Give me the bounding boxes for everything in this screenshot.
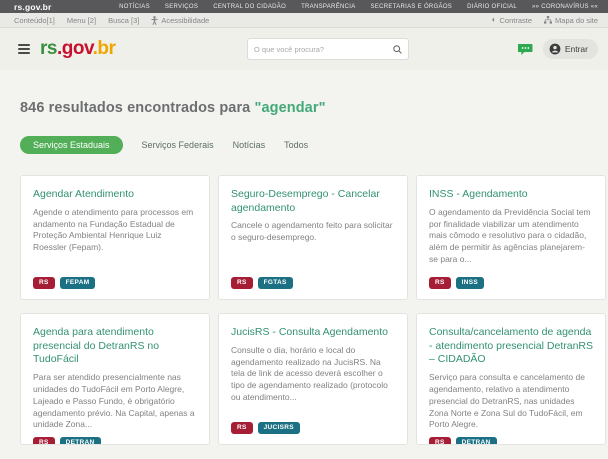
badge-org: FEPAM [60,277,96,290]
tab-todos[interactable]: Todos [284,136,308,154]
badge-rs: RS [231,277,253,290]
login-label: Entrar [565,44,588,54]
result-card[interactable]: Consulta/cancelamento de agenda - atendi… [416,313,606,445]
badge-rs: RS [429,277,451,290]
topbar-link-transparencia[interactable]: TRANSPARÊNCIA [301,4,355,10]
accessibility-bar: Conteúdo[1] Menu [2] Busca [3] Acessibil… [0,13,608,28]
topbar-link-coronavirus[interactable]: »» CORONAVÍRUS «« [532,4,598,10]
results-count-text: 846 resultados encontrados para [20,100,254,116]
site-logo[interactable]: rs.gov.br [40,38,115,60]
badge-rs: RS [231,422,253,435]
badge-rs: RS [33,277,55,290]
contrast-toggle[interactable]: ◐ Contraste [492,16,532,25]
result-card[interactable]: INSS - Agendamento O agendamento da Prev… [416,175,606,300]
result-card[interactable]: Agendar Atendimento Agende o atendimento… [20,175,210,300]
topbar-brand[interactable]: rs.gov.br [14,2,52,12]
badge-org: DETRAN [456,437,497,445]
card-description: Para ser atendido presencialmente nas un… [33,372,197,431]
accessibility-person-icon [151,16,158,25]
sitemap-icon [544,16,552,24]
results-tabs: Serviços Estaduais Serviços Federais Not… [20,136,608,154]
results-heading: 846 resultados encontrados para "agendar… [20,100,608,116]
accessibility-link[interactable]: Acessibilidade [151,16,209,25]
card-badges: RS DETRAN [429,437,593,445]
topbar-link-noticias[interactable]: NOTÍCIAS [119,4,150,10]
menu-hamburger-icon[interactable] [18,44,30,54]
card-title[interactable]: JucisRS - Consulta Agendamento [231,326,395,340]
sitemap-label: Mapa do site [555,16,598,25]
card-title[interactable]: Agendar Atendimento [33,188,197,202]
top-government-bar: rs.gov.br NOTÍCIAS SERVIÇOS CENTRAL DO C… [0,0,608,13]
sitemap-link[interactable]: Mapa do site [544,16,598,25]
logo-br: br [97,38,115,59]
shortcut-conteudo[interactable]: Conteúdo[1] [14,16,55,25]
card-badges: RS FEPAM [33,277,197,290]
results-grid: Agendar Atendimento Agende o atendimento… [20,175,605,445]
badge-rs: RS [429,437,451,445]
card-badges: RS FGTAS [231,277,395,290]
result-card[interactable]: JucisRS - Consulta Agendamento Consulte … [218,313,408,445]
badge-org: DETRAN [60,437,101,445]
user-icon [549,43,561,55]
contrast-icon: ◐ [492,16,497,24]
tab-servicos-estaduais[interactable]: Serviços Estaduais [20,136,123,154]
logo-gov: gov [62,38,93,59]
card-description: Agende o atendimento para processos em a… [33,207,197,271]
card-badges: RS INSS [429,277,593,290]
card-title[interactable]: Consulta/cancelamento de agenda - atendi… [429,326,593,367]
topbar-link-servicos[interactable]: SERVIÇOS [165,4,198,10]
card-description: Consulte o dia, horário e local do agend… [231,345,395,416]
search-box [247,38,409,60]
logo-rs: rs [40,38,57,59]
site-header: rs.gov.br Entrar [0,28,608,70]
card-badges: RS JUCISRS [231,422,395,435]
badge-rs: RS [33,437,55,445]
tab-servicos-federais[interactable]: Serviços Federais [142,136,214,154]
card-badges: RS DETRAN [33,437,197,445]
result-card[interactable]: Agenda para atendimento presencial do De… [20,313,210,445]
shortcut-busca[interactable]: Busca [3] [108,16,139,25]
accessibility-tools: ◐ Contraste Mapa do site [492,16,598,25]
login-button[interactable]: Entrar [543,39,598,59]
card-title[interactable]: Seguro-Desemprego - Cancelar agendamento [231,188,395,215]
header-actions: Entrar [518,39,598,59]
topbar-link-secretarias-orgaos[interactable]: SECRETARIAS E ÓRGÃOS [371,4,453,10]
topbar-link-diario-oficial[interactable]: DIÁRIO OFICIAL [467,4,517,10]
topbar-nav: NOTÍCIAS SERVIÇOS CENTRAL DO CIDADÃO TRA… [119,4,598,10]
result-card[interactable]: Seguro-Desemprego - Cancelar agendamento… [218,175,408,300]
card-description: O agendamento da Previdência Social tem … [429,207,593,271]
badge-org: JUCISRS [258,422,300,435]
topbar-link-central-cidadao[interactable]: CENTRAL DO CIDADÃO [213,4,286,10]
card-title[interactable]: INSS - Agendamento [429,188,593,202]
search-input[interactable] [254,45,393,54]
chat-icon[interactable] [518,43,533,56]
card-title[interactable]: Agenda para atendimento presencial do De… [33,326,197,367]
shortcut-menu[interactable]: Menu [2] [67,16,96,25]
badge-org: INSS [456,277,484,290]
accessibility-label: Acessibilidade [161,16,209,25]
search-term: "agendar" [254,100,325,116]
card-description: Serviço para consulta e cancelamento de … [429,372,593,431]
card-description: Cancele o agendamento feito para solicit… [231,220,395,270]
search-icon[interactable] [393,45,402,54]
contrast-label: Contraste [500,16,533,25]
badge-org: FGTAS [258,277,293,290]
tab-noticias[interactable]: Notícias [233,136,266,154]
accessibility-shortcuts: Conteúdo[1] Menu [2] Busca [3] Acessibil… [14,16,209,25]
